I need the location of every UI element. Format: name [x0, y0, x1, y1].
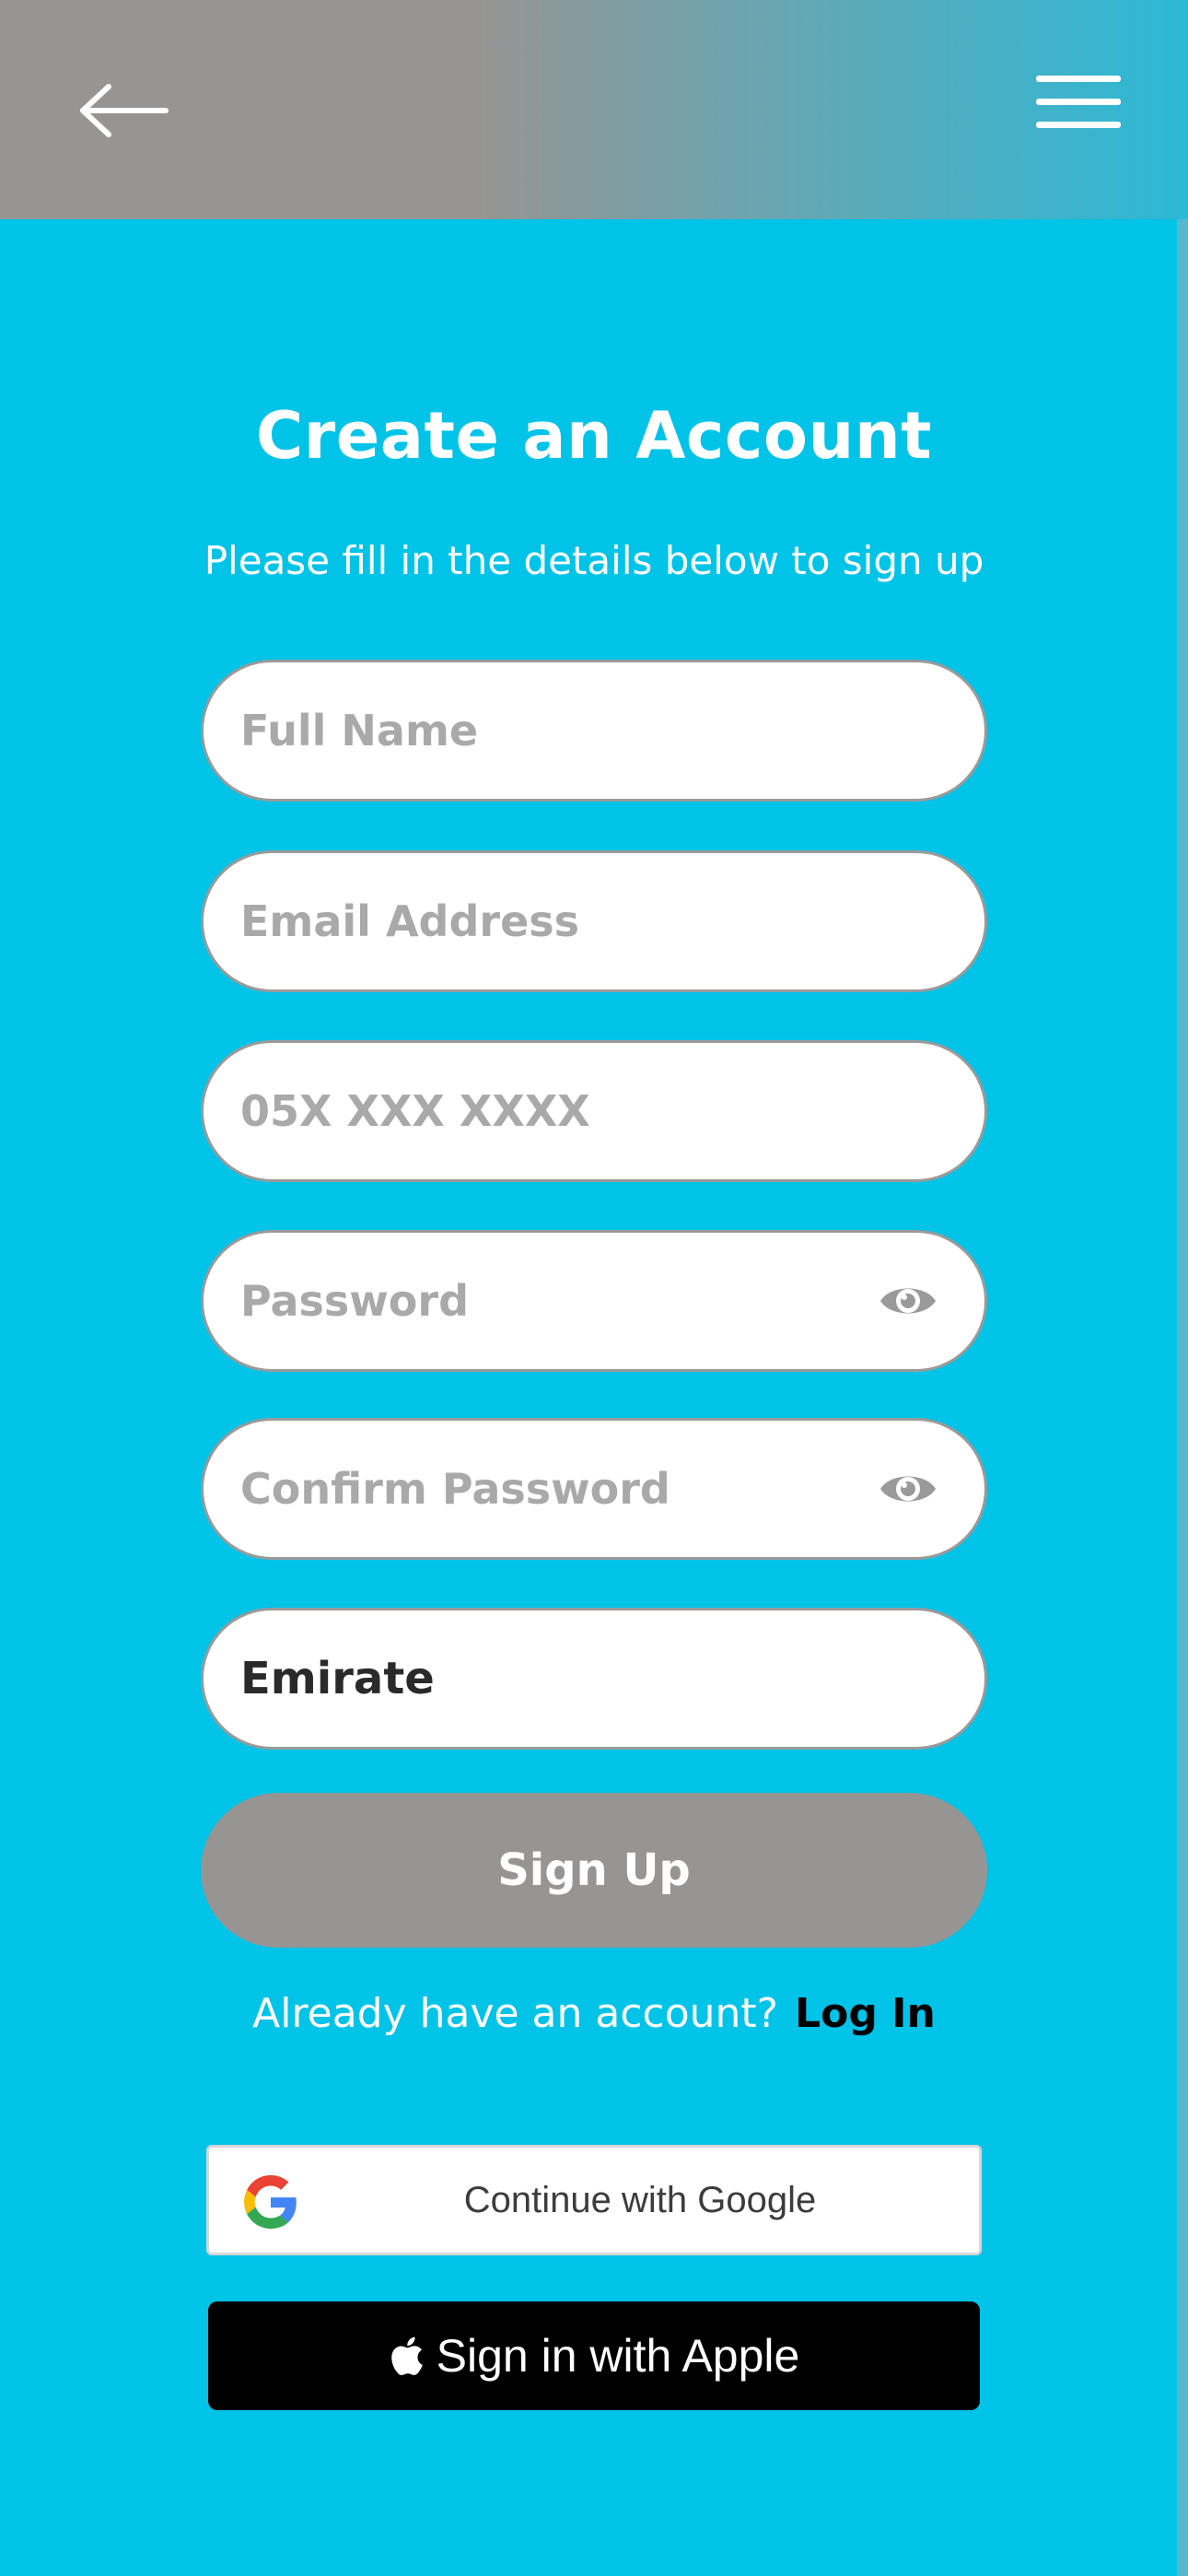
login-prompt: Already have an account? Log In: [0, 1990, 1188, 2037]
password-input[interactable]: [240, 1233, 885, 1369]
log-in-link[interactable]: Log In: [795, 1990, 936, 2037]
continue-with-google-button[interactable]: Continue with Google: [206, 2145, 982, 2255]
confirm-password-field[interactable]: [201, 1418, 987, 1560]
phone-field[interactable]: [201, 1040, 987, 1182]
password-visibility-toggle[interactable]: [878, 1273, 938, 1329]
confirm-password-visibility-toggle[interactable]: [878, 1461, 938, 1516]
page-title: Create an Account: [255, 398, 933, 474]
google-logo-icon: [244, 2175, 297, 2229]
emirate-select[interactable]: Emirate: [201, 1608, 987, 1750]
eye-icon: [880, 1288, 936, 1314]
full-name-field[interactable]: [201, 660, 987, 802]
full-name-input[interactable]: [240, 662, 885, 799]
email-field[interactable]: [201, 850, 987, 992]
apple-logo-icon: [390, 2336, 423, 2375]
hamburger-menu-icon: [1036, 76, 1121, 128]
eye-icon: [880, 1476, 936, 1502]
menu-button[interactable]: [1030, 70, 1127, 135]
top-header: [0, 0, 1188, 219]
emirate-select-value: Emirate: [240, 1653, 435, 1704]
sign-in-with-apple-button[interactable]: Sign in with Apple: [208, 2301, 980, 2410]
sign-up-button[interactable]: Sign Up: [201, 1793, 987, 1948]
password-field[interactable]: [201, 1230, 987, 1372]
email-input[interactable]: [240, 853, 885, 989]
google-button-label: Continue with Google: [463, 2180, 817, 2220]
back-button[interactable]: [74, 74, 175, 147]
apple-button-label: Sign in with Apple: [436, 2330, 800, 2382]
confirm-password-input[interactable]: [240, 1421, 885, 1557]
arrow-left-icon: [80, 84, 169, 137]
page-subtitle: Please fill in the details below to sign…: [204, 538, 984, 583]
phone-input[interactable]: [240, 1043, 885, 1179]
login-question: Already have an account?: [252, 1990, 779, 2037]
